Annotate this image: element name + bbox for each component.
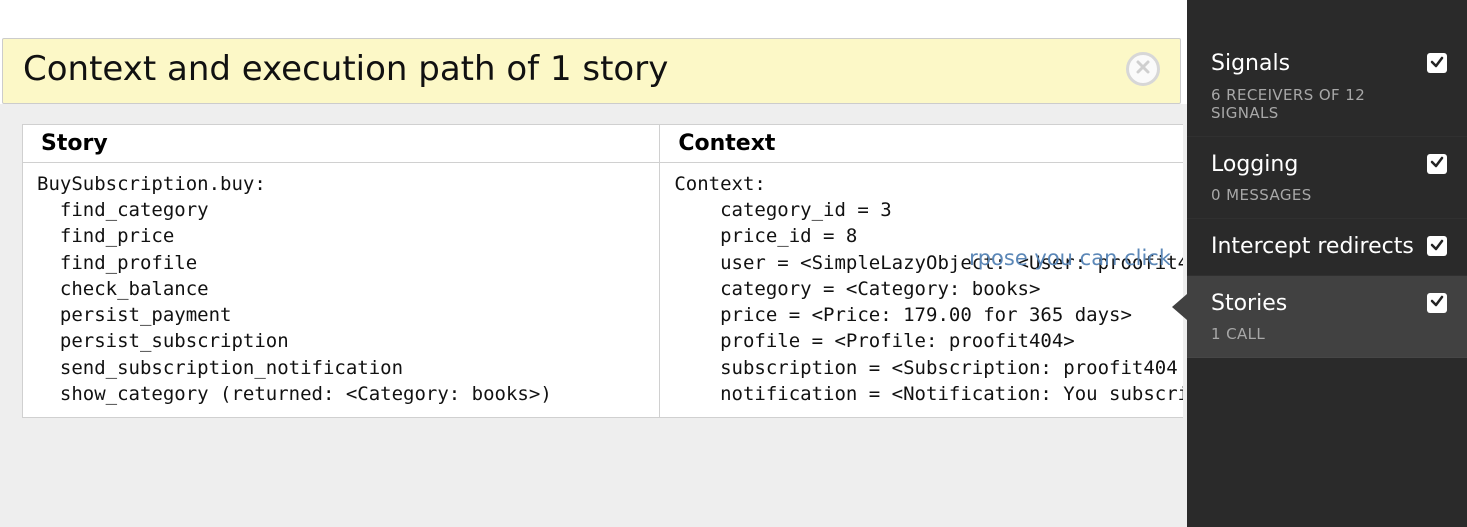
sidebar-item-label: Stories (1211, 290, 1419, 318)
sidebar-item-label: Logging (1211, 151, 1419, 179)
checkbox-logging[interactable] (1427, 154, 1447, 174)
context-code: Context: category_id = 3 price_id = 8 us… (674, 171, 1183, 407)
sidebar-item-label: Signals (1211, 50, 1419, 78)
check-icon (1430, 53, 1444, 74)
story-context-table: Story Context BuySubscription.buy: find_… (22, 124, 1183, 418)
panel-header: Context and execution path of 1 story (2, 38, 1181, 104)
debug-sidebar: Signals 6 receivers of 12signals Logging… (1187, 0, 1467, 527)
sidebar-item-signals[interactable]: Signals 6 receivers of 12signals (1187, 36, 1467, 137)
close-icon (1135, 59, 1151, 79)
close-button[interactable] (1126, 52, 1160, 86)
page-root: rpose you can click Context and executio… (0, 0, 1467, 527)
check-icon (1430, 292, 1444, 313)
column-header-story: Story (23, 125, 660, 163)
sidebar-item-subtext: 6 receivers of 12signals (1211, 86, 1447, 122)
sidebar-item-intercept-redirects[interactable]: Intercept redirects (1187, 219, 1467, 276)
check-icon (1430, 153, 1444, 174)
column-header-context: Context (660, 125, 1183, 163)
checkbox-intercept[interactable] (1427, 236, 1447, 256)
sidebar-item-stories[interactable]: Stories 1 call (1187, 276, 1467, 359)
context-cell: Context: category_id = 3 price_id = 8 us… (660, 163, 1183, 418)
story-code: BuySubscription.buy: find_category find_… (37, 171, 645, 407)
panel-title: Context and execution path of 1 story (23, 49, 1126, 89)
sidebar-item-logging[interactable]: Logging 0 messages (1187, 137, 1467, 220)
table-row: BuySubscription.buy: find_category find_… (23, 163, 1184, 418)
sidebar-item-subtext: 1 call (1211, 325, 1447, 343)
active-arrow-icon (1172, 294, 1187, 320)
sidebar-item-label: Intercept redirects (1211, 233, 1419, 261)
horizontal-scroll[interactable]: Story Context BuySubscription.buy: find_… (22, 124, 1183, 418)
content-area: Story Context BuySubscription.buy: find_… (0, 104, 1187, 527)
checkbox-stories[interactable] (1427, 293, 1447, 313)
sidebar-item-subtext: 0 messages (1211, 186, 1447, 204)
story-cell: BuySubscription.buy: find_category find_… (23, 163, 660, 418)
checkbox-signals[interactable] (1427, 53, 1447, 73)
main-panel: rpose you can click Context and executio… (0, 0, 1187, 527)
check-icon (1430, 236, 1444, 257)
